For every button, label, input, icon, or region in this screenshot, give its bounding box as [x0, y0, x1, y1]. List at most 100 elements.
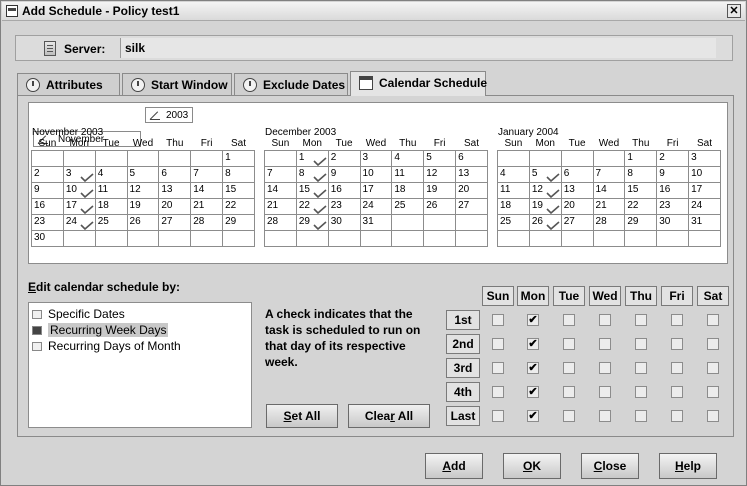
day-cell[interactable]: 7 [190, 165, 224, 183]
day-cell[interactable]: 29 [624, 213, 658, 231]
day-cell[interactable]: 10 [359, 165, 393, 183]
day-cell[interactable]: 23 [31, 213, 64, 231]
day-cell[interactable]: 6 [560, 165, 594, 183]
day-checkbox[interactable] [635, 362, 647, 374]
day-cell[interactable]: 8 [624, 165, 658, 183]
day-cell[interactable]: 31 [359, 213, 393, 231]
day-cell[interactable]: 4 [391, 149, 425, 167]
year-selector[interactable]: 2003 [145, 107, 193, 123]
day-cell[interactable]: 27 [158, 213, 192, 231]
day-checkbox[interactable] [599, 410, 611, 422]
day-cell[interactable]: 24 [359, 197, 393, 215]
day-cell[interactable]: 7 [264, 165, 297, 183]
day-cell[interactable]: 2 [31, 165, 64, 183]
day-cell[interactable]: 11 [391, 165, 425, 183]
add-button[interactable]: Add [425, 453, 483, 479]
day-checkbox[interactable] [671, 338, 683, 350]
day-cell[interactable]: 28 [190, 213, 224, 231]
option-recurring-days-of-month[interactable]: Recurring Days of Month [32, 339, 181, 355]
day-checkbox[interactable] [563, 386, 575, 398]
day-checkbox[interactable] [671, 386, 683, 398]
day-cell[interactable]: 7 [592, 165, 626, 183]
day-checkbox[interactable] [671, 362, 683, 374]
day-cell[interactable]: 9 [31, 181, 64, 199]
day-cell[interactable]: 1 [624, 149, 658, 167]
tab-start-window[interactable]: Start Window [122, 73, 232, 95]
day-cell[interactable]: 30 [327, 213, 361, 231]
day-checkbox[interactable] [492, 362, 504, 374]
day-cell[interactable]: 22 [222, 197, 255, 215]
day-cell[interactable]: 10 [688, 165, 721, 183]
day-cell[interactable]: 13 [158, 181, 192, 199]
tab-exclude-dates[interactable]: Exclude Dates [234, 73, 348, 95]
day-checkbox[interactable] [599, 362, 611, 374]
day-cell[interactable]: 24 [62, 213, 96, 231]
day-checkbox[interactable] [671, 314, 683, 326]
day-cell[interactable]: 19 [423, 181, 457, 199]
day-cell[interactable]: 21 [264, 197, 297, 215]
day-cell[interactable]: 27 [560, 213, 594, 231]
day-checkbox[interactable] [599, 314, 611, 326]
day-cell[interactable]: 26 [423, 197, 457, 215]
day-checkbox[interactable] [492, 386, 504, 398]
day-cell[interactable]: 17 [359, 181, 393, 199]
day-cell[interactable]: 2 [327, 149, 361, 167]
tab-attributes[interactable]: Attributes [17, 73, 120, 95]
schedule-type-list[interactable]: Specific Dates Recurring Week Days Recur… [28, 302, 252, 428]
day-checkbox[interactable] [492, 338, 504, 350]
day-cell[interactable]: 16 [31, 197, 64, 215]
day-checkbox[interactable] [671, 410, 683, 422]
day-cell[interactable]: 1 [222, 149, 255, 167]
day-checkbox[interactable] [563, 338, 575, 350]
day-cell[interactable]: 13 [560, 181, 594, 199]
day-cell[interactable]: 16 [656, 181, 690, 199]
day-cell[interactable]: 12 [126, 181, 160, 199]
day-cell[interactable]: 5 [528, 165, 562, 183]
day-checkbox[interactable]: ✔ [527, 314, 539, 326]
day-cell[interactable]: 15 [624, 181, 658, 199]
day-cell[interactable]: 22 [624, 197, 658, 215]
day-cell[interactable]: 5 [126, 165, 160, 183]
day-cell[interactable]: 30 [656, 213, 690, 231]
day-cell[interactable]: 5 [423, 149, 457, 167]
day-cell[interactable]: 17 [688, 181, 721, 199]
tab-calendar-schedule[interactable]: Calendar Schedule [350, 71, 487, 96]
day-cell[interactable]: 14 [190, 181, 224, 199]
day-cell[interactable]: 8 [222, 165, 255, 183]
day-cell[interactable]: 19 [126, 197, 160, 215]
day-cell[interactable]: 1 [295, 149, 329, 167]
day-cell[interactable]: 17 [62, 197, 96, 215]
day-cell[interactable]: 29 [295, 213, 329, 231]
day-checkbox[interactable]: ✔ [527, 386, 539, 398]
day-cell[interactable]: 18 [94, 197, 128, 215]
day-cell[interactable]: 19 [528, 197, 562, 215]
day-cell[interactable]: 11 [497, 181, 530, 199]
day-cell[interactable]: 29 [222, 213, 255, 231]
day-checkbox[interactable] [635, 410, 647, 422]
clear-all-button[interactable]: Clear All [348, 404, 430, 428]
day-cell[interactable]: 31 [688, 213, 721, 231]
day-cell[interactable]: 8 [295, 165, 329, 183]
close-icon[interactable]: ✕ [727, 4, 741, 18]
close-button[interactable]: Close [581, 453, 639, 479]
day-cell[interactable]: 21 [592, 197, 626, 215]
day-cell[interactable]: 20 [158, 197, 192, 215]
day-cell[interactable]: 9 [656, 165, 690, 183]
day-cell[interactable]: 6 [455, 149, 488, 167]
day-cell[interactable]: 4 [94, 165, 128, 183]
day-cell[interactable]: 11 [94, 181, 128, 199]
set-all-button[interactable]: Set All [266, 404, 338, 428]
day-cell[interactable]: 21 [190, 197, 224, 215]
day-cell[interactable]: 9 [327, 165, 361, 183]
day-cell[interactable]: 27 [455, 197, 488, 215]
day-cell[interactable]: 12 [528, 181, 562, 199]
day-cell[interactable]: 26 [528, 213, 562, 231]
day-checkbox[interactable] [563, 362, 575, 374]
option-specific-dates[interactable]: Specific Dates [32, 307, 125, 323]
day-cell[interactable]: 20 [455, 181, 488, 199]
day-checkbox[interactable] [707, 410, 719, 422]
day-cell[interactable]: 26 [126, 213, 160, 231]
day-checkbox[interactable] [563, 410, 575, 422]
day-cell[interactable]: 22 [295, 197, 329, 215]
day-cell[interactable]: 14 [264, 181, 297, 199]
